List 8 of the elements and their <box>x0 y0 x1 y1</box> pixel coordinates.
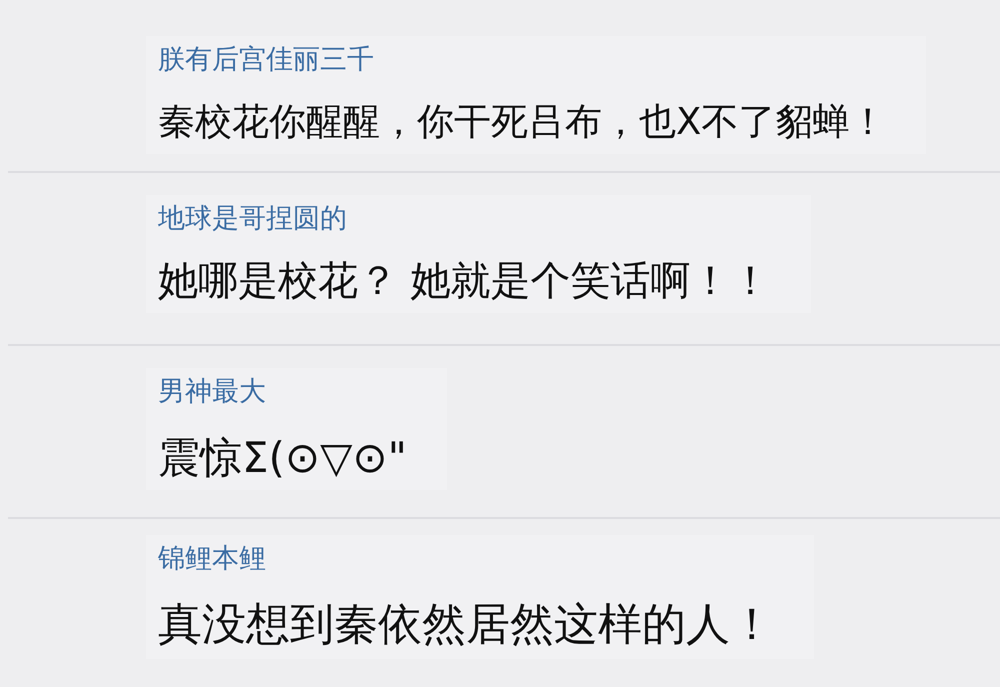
username-link[interactable]: 男神最大 <box>158 374 266 410</box>
username-link[interactable]: 朕有后宫佳丽三千 <box>158 42 374 78</box>
comment-text: 秦校花你醒醒，你干死吕布，也X不了貂蝉！ <box>158 99 886 145</box>
username-link[interactable]: 锦鲤本鲤 <box>158 541 266 577</box>
comment-text: 她哪是校花？ 她就是个笑话啊！！ <box>158 257 771 305</box>
comment-text: 真没想到秦依然居然这样的人！ <box>158 599 774 651</box>
comment-text: 震惊Σ(⊙▽⊙" <box>158 434 407 482</box>
username-link[interactable]: 地球是哥捏圆的 <box>158 201 347 237</box>
